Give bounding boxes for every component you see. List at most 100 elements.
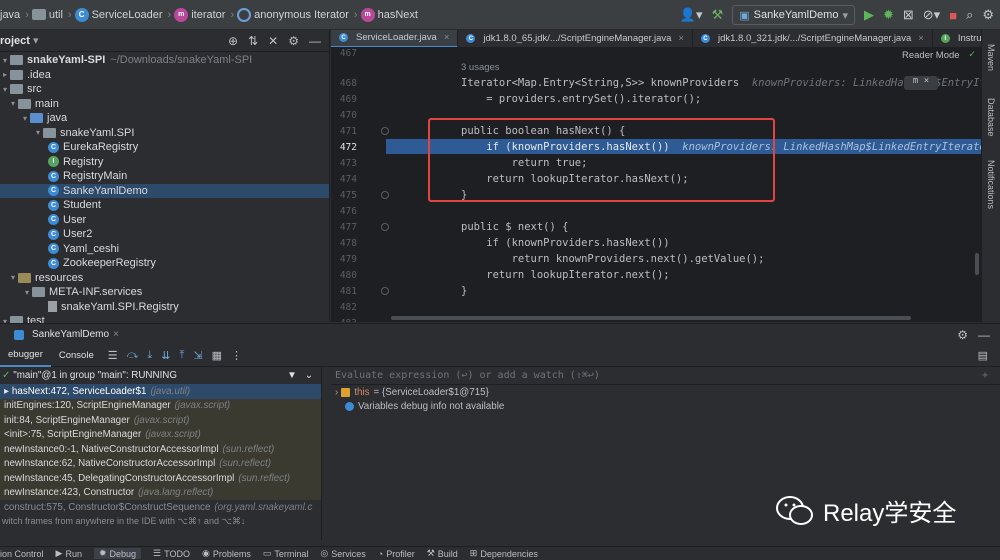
breadcrumb-anonymous-iterator[interactable]: anonymous Iterator — [237, 7, 349, 22]
tree-item-src[interactable]: ▾ src — [0, 82, 329, 97]
tree-item-registrymain[interactable]: C RegistryMain — [0, 169, 329, 184]
search-icon[interactable]: ⌕ — [966, 7, 973, 23]
user-icon[interactable]: 👤▾ — [680, 7, 703, 23]
breadcrumb-hasnext[interactable]: m hasNext — [360, 7, 418, 22]
table-icon[interactable]: ▦ — [212, 349, 222, 362]
project-panel-title[interactable]: roject — [0, 35, 30, 47]
tool-run[interactable]: ▶ Run — [56, 548, 82, 559]
force-step-into-icon[interactable]: ⇊ — [161, 349, 170, 362]
frame-row[interactable]: construct:575, Constructor$ConstructSequ… — [0, 500, 321, 515]
run-configuration-select[interactable]: ▣ SankeYamlDemo ▾ — [732, 5, 855, 25]
tree-item-registry[interactable]: I Registry — [0, 155, 329, 170]
tree-item-registry-file[interactable]: snakeYaml.SPI.Registry — [0, 300, 329, 315]
tab-scriptenginemanager-65[interactable]: Cjdk1.8.0_65.jdk/.../ScriptEngineManager… — [458, 30, 693, 47]
tree-item-sankeyamldemo[interactable]: C SankeYamlDemo — [0, 183, 329, 198]
tab-debugger[interactable]: ebugger — [0, 345, 51, 367]
tool-problems[interactable]: ◉ Problems — [202, 548, 251, 559]
tool-services[interactable]: ◎ Services — [320, 548, 365, 559]
fold-marker-icon[interactable] — [381, 127, 389, 135]
add-watch-icon[interactable]: + — [982, 370, 988, 381]
profile-icon[interactable]: ⊘▾ — [923, 7, 940, 23]
fold-marker-icon[interactable] — [381, 287, 389, 295]
tool-window-database[interactable]: Database — [986, 98, 996, 137]
step-into-icon[interactable]: ⤓ — [147, 349, 152, 362]
stop-icon[interactable]: ■ — [949, 8, 957, 23]
tool-todo[interactable]: ☰ TODO — [153, 548, 190, 559]
frame-row[interactable]: init:84, ScriptEngineManager (javax.scrip… — [0, 413, 321, 428]
collapse-icon[interactable]: ⇅ — [248, 34, 258, 48]
tree-item-resources[interactable]: ▾ resources — [0, 271, 329, 286]
fold-marker-icon[interactable] — [381, 191, 389, 199]
usages-hint[interactable]: 3 usages — [461, 62, 500, 73]
tree-item-eurekaregistry[interactable]: C EurekaRegistry — [0, 140, 329, 155]
gear-icon[interactable]: ⚙ — [982, 7, 994, 23]
frame-row[interactable]: newInstance0:-1, NativeConstructorAccess… — [0, 442, 321, 457]
breadcrumb-util[interactable]: util — [31, 9, 63, 21]
coverage-icon[interactable]: ⊠ — [903, 7, 914, 23]
frame-row[interactable]: newInstance:423, Constructor (java.lang.r… — [0, 485, 321, 500]
run-to-cursor-icon[interactable]: ⇲ — [193, 349, 202, 362]
chevron-down-icon[interactable]: ⌄ — [305, 370, 313, 381]
tool-terminal[interactable]: ▭ Terminal — [263, 548, 309, 559]
close-icon[interactable]: × — [113, 329, 119, 340]
filter-icon[interactable]: ▼ — [287, 370, 297, 381]
run-icon[interactable]: ▶ — [864, 7, 874, 23]
locate-icon[interactable]: ⊕ — [228, 34, 238, 48]
gear-icon[interactable]: ⚙ — [288, 34, 299, 48]
tool-version-control[interactable]: ion Control — [0, 549, 44, 559]
horizontal-scrollbar[interactable] — [391, 316, 911, 320]
fold-marker-icon[interactable] — [381, 223, 389, 231]
breadcrumb-java[interactable]: java — [0, 9, 20, 21]
close-icon[interactable]: × — [444, 32, 450, 43]
tree-item-zookeeperregistry[interactable]: C ZookeeperRegistry — [0, 256, 329, 271]
tool-dependencies[interactable]: ⊞ Dependencies — [470, 548, 538, 559]
evaluate-expression-input[interactable]: Evaluate expression (↩) or add a watch (… — [331, 367, 1000, 385]
frame-row[interactable]: <init>:75, ScriptEngineManager (javax.scr… — [0, 427, 321, 442]
tree-item-user2[interactable]: C User2 — [0, 227, 329, 242]
menu-icon[interactable]: ☰ — [108, 349, 118, 362]
tab-serviceloader[interactable]: C ServiceLoader.java × — [331, 30, 459, 47]
close-icon[interactable]: × — [918, 33, 924, 44]
close-icon[interactable]: × — [678, 33, 684, 44]
more-icon[interactable]: ⋮ — [231, 349, 242, 362]
frame-row[interactable]: newInstance:62, NativeConstructorAccesso… — [0, 456, 321, 471]
tool-debug[interactable]: ✹ Debug — [93, 548, 142, 559]
expand-icon[interactable]: ✕ — [268, 34, 278, 48]
gear-icon[interactable]: ⚙ — [957, 328, 968, 342]
frame-row[interactable]: ▸ hasNext:472, ServiceLoader$1 (java.util) — [0, 384, 321, 399]
step-out-icon[interactable]: ⤒ — [179, 349, 184, 362]
tool-window-maven[interactable]: Maven — [986, 44, 996, 71]
tab-scriptenginemanager-321[interactable]: Cjdk1.8.0_321.jdk/.../ScriptEngineManage… — [693, 30, 933, 47]
hide-icon[interactable]: — — [309, 34, 321, 48]
tab-console[interactable]: Console — [51, 345, 102, 367]
step-over-icon[interactable]: ⤼ — [127, 349, 139, 362]
hide-icon[interactable]: — — [978, 328, 990, 342]
breadcrumb-iterator[interactable]: m iterator — [174, 7, 225, 22]
build-hammer-icon[interactable]: ⚒ — [712, 7, 724, 23]
tree-item-java[interactable]: ▾ java — [0, 111, 329, 126]
thread-selector[interactable]: ✓ "main"@1 in group "main": RUNNING ▼ ⌄ — [0, 367, 321, 384]
chevron-right-icon[interactable]: › — [335, 387, 338, 398]
chevron-down-icon[interactable]: ▾ — [33, 34, 39, 47]
layout-icon[interactable]: ▤ — [978, 349, 988, 362]
breadcrumb-serviceloader[interactable]: C ServiceLoader — [74, 7, 163, 22]
variable-row-this[interactable]: › this = {ServiceLoader$1@715} — [331, 385, 1000, 399]
code-editor[interactable]: 467 468 469 470 471 472 473 474 475 476 … — [331, 48, 981, 322]
tree-item-package[interactable]: ▾ snakeYaml.SPI — [0, 126, 329, 141]
tree-item-idea[interactable]: ▸ .idea — [0, 68, 329, 83]
tree-item-main[interactable]: ▾ main — [0, 97, 329, 112]
tab-instrumentation[interactable]: IInstrumentation▾ — [933, 30, 981, 47]
tree-item-meta-inf[interactable]: ▾ META-INF.services — [0, 285, 329, 300]
frame-row[interactable]: newInstance:45, DelegatingConstructorAcc… — [0, 471, 321, 486]
vertical-scrollbar[interactable] — [975, 253, 979, 275]
debug-bug-icon[interactable]: ✹ — [883, 7, 894, 23]
tree-item-student[interactable]: C Student — [0, 198, 329, 213]
tree-item-user[interactable]: C User — [0, 213, 329, 228]
tool-profiler[interactable]: ◔ Profiler — [378, 549, 415, 559]
code-vision-popup[interactable]: m × — [904, 76, 938, 90]
reader-mode-toggle[interactable]: Reader Mode — [902, 50, 960, 61]
frame-row[interactable]: initEngines:120, ScriptEngineManager (jav… — [0, 398, 321, 413]
debug-session-tab[interactable]: SankeYamlDemo × — [14, 329, 119, 340]
tree-item-root[interactable]: ▾ snakeYaml-SPI ~/Downloads/snakeYaml-SPI — [0, 53, 329, 68]
tool-build[interactable]: ⚒ Build — [427, 548, 458, 559]
